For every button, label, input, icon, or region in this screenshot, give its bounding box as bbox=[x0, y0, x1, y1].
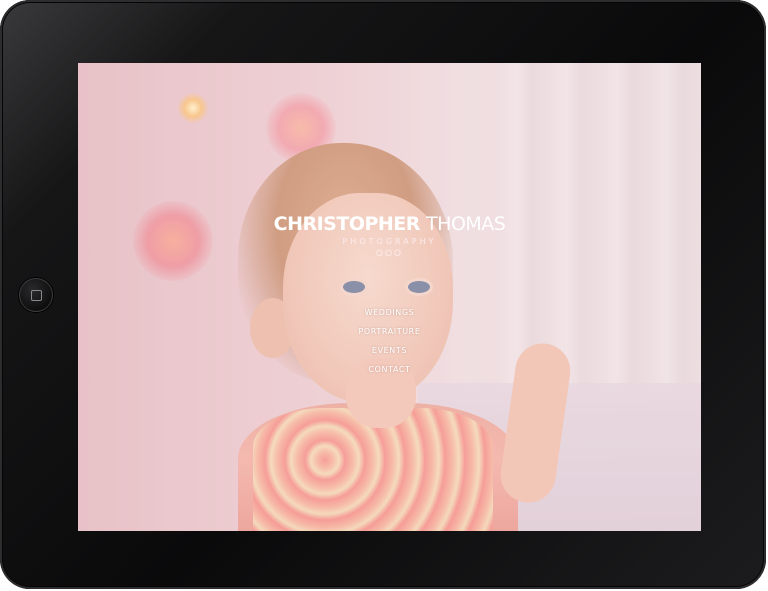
nav-portraiture-link[interactable]: PORTRAITURE bbox=[78, 322, 701, 341]
brand-dots: OOO bbox=[375, 248, 403, 258]
brand-subtitle: PHOTOGRAPHY bbox=[342, 237, 437, 246]
nav-events-link[interactable]: EVENTS bbox=[78, 341, 701, 360]
nav-weddings-link[interactable]: WEDDINGS bbox=[78, 303, 701, 322]
photo-overlay bbox=[78, 63, 701, 531]
home-button-icon[interactable] bbox=[19, 278, 53, 312]
main-nav: WEDDINGS PORTRAITURE EVENTS CONTACT bbox=[78, 303, 701, 379]
tablet-frame: CHRISTOPHER THOMAS PHOTOGRAPHY OOO WEDDI… bbox=[0, 0, 766, 589]
nav-contact-link[interactable]: CONTACT bbox=[78, 360, 701, 379]
website-screen: CHRISTOPHER THOMAS PHOTOGRAPHY OOO WEDDI… bbox=[78, 63, 701, 531]
brand-name: CHRISTOPHER THOMAS bbox=[78, 213, 701, 235]
brand-last-name: THOMAS bbox=[426, 213, 506, 235]
home-square-glyph bbox=[31, 290, 42, 301]
site-logo[interactable]: CHRISTOPHER THOMAS PHOTOGRAPHY OOO bbox=[78, 213, 701, 258]
brand-first-name: CHRISTOPHER bbox=[273, 213, 421, 235]
